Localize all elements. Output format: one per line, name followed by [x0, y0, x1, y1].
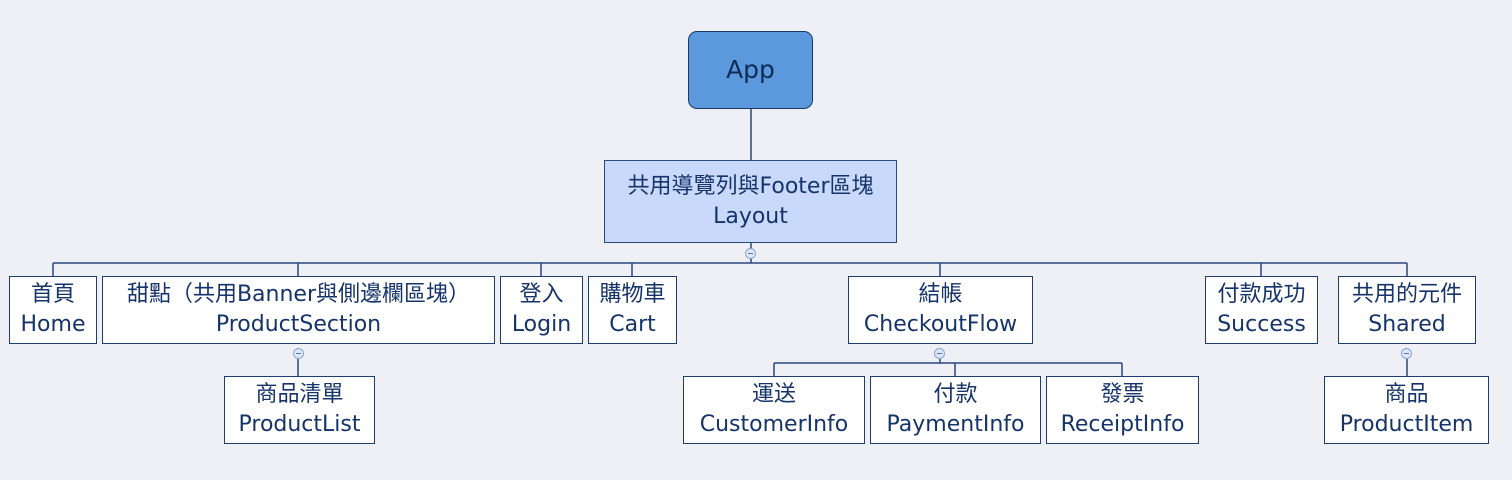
node-layout-en: Layout: [713, 203, 788, 229]
node-receiptinfo-en: ReceiptInfo: [1060, 412, 1185, 437]
collapse-toggle-shared-icon[interactable]: [1401, 348, 1412, 359]
node-productsection-zh: 甜點（共用Banner與側邊欄區塊）: [126, 282, 471, 307]
node-paymentinfo-en: PaymentInfo: [886, 412, 1025, 437]
node-customerinfo-zh: 運送: [751, 382, 796, 407]
node-cart-en: Cart: [609, 312, 656, 337]
node-login-en: Login: [511, 312, 572, 337]
node-layout-zh: 共用導覽列與Footer區塊: [627, 173, 874, 199]
node-shared-en: Shared: [1368, 312, 1446, 337]
node-productlist-en: ProductList: [238, 412, 361, 437]
node-home-zh: 首頁: [30, 282, 75, 307]
node-productitem-zh: 商品: [1384, 382, 1429, 407]
node-shared[interactable]: 共用的元件 Shared: [1338, 276, 1476, 344]
node-app-label: App: [726, 55, 775, 84]
node-shared-zh: 共用的元件: [1351, 282, 1462, 307]
node-checkoutflow[interactable]: 結帳 CheckoutFlow: [848, 276, 1033, 344]
collapse-toggle-checkoutflow-icon[interactable]: [934, 348, 945, 359]
node-productsection-en: ProductSection: [215, 312, 382, 337]
node-login-zh: 登入: [519, 282, 564, 307]
node-app[interactable]: App: [688, 31, 813, 109]
node-receiptinfo-zh: 發票: [1100, 382, 1145, 407]
node-customerinfo-en: CustomerInfo: [699, 412, 849, 437]
node-productitem-en: ProductItem: [1339, 412, 1474, 437]
node-success[interactable]: 付款成功 Success: [1205, 276, 1318, 344]
node-success-en: Success: [1217, 312, 1306, 337]
node-home-en: Home: [20, 312, 86, 337]
node-cart[interactable]: 購物車 Cart: [588, 276, 677, 344]
node-home[interactable]: 首頁 Home: [9, 276, 97, 344]
node-layout[interactable]: 共用導覽列與Footer區塊 Layout: [604, 160, 897, 243]
node-checkoutflow-en: CheckoutFlow: [863, 312, 1018, 337]
node-login[interactable]: 登入 Login: [500, 276, 583, 344]
node-productitem[interactable]: 商品 ProductItem: [1324, 376, 1489, 444]
node-checkoutflow-zh: 結帳: [918, 282, 963, 307]
collapse-toggle-productsection-icon[interactable]: [293, 348, 304, 359]
node-productlist[interactable]: 商品清單 ProductList: [224, 376, 375, 444]
node-success-zh: 付款成功: [1217, 282, 1306, 307]
diagram-canvas: App 共用導覽列與Footer區塊 Layout 首頁 Home 甜點（共用B…: [0, 0, 1512, 480]
node-paymentinfo-zh: 付款: [933, 382, 978, 407]
collapse-toggle-layout-icon[interactable]: [745, 248, 756, 259]
node-paymentinfo[interactable]: 付款 PaymentInfo: [870, 376, 1041, 444]
node-cart-zh: 購物車: [599, 282, 666, 307]
node-receiptinfo[interactable]: 發票 ReceiptInfo: [1046, 376, 1199, 444]
node-productsection[interactable]: 甜點（共用Banner與側邊欄區塊） ProductSection: [102, 276, 495, 344]
node-productlist-zh: 商品清單: [255, 382, 344, 407]
node-customerinfo[interactable]: 運送 CustomerInfo: [683, 376, 865, 444]
